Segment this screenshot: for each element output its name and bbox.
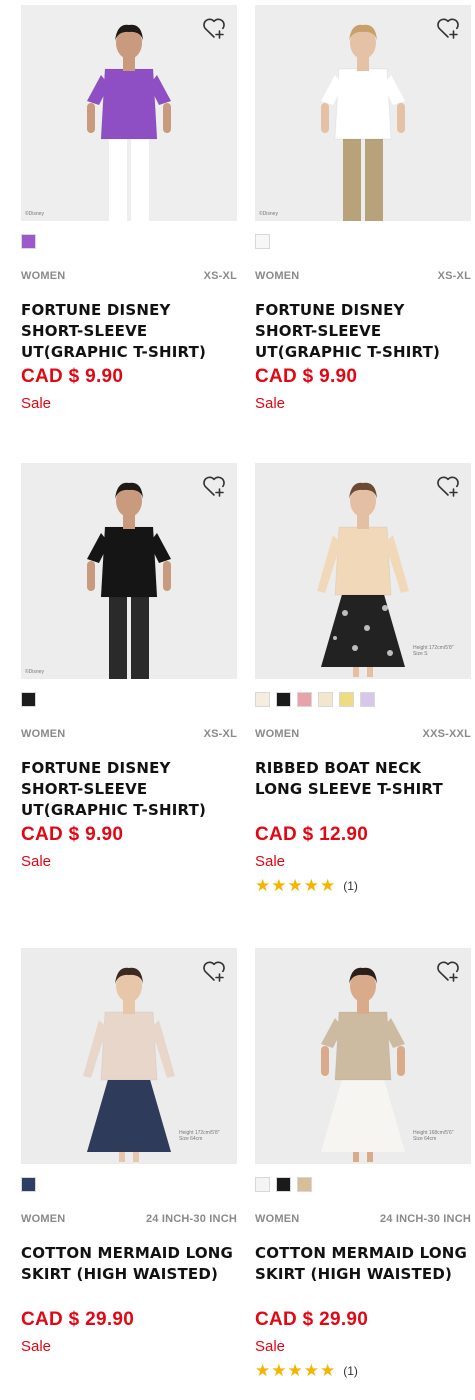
product-card[interactable]: Height 172cm/5'8" Size S WOMEN XXS-XXL R… <box>255 463 471 895</box>
photo-caption: ©Disney <box>25 669 44 675</box>
color-swatch[interactable] <box>297 692 312 707</box>
product-image[interactable]: Height 172cm/5'8" Size S <box>255 463 471 679</box>
sale-flag: Sale <box>255 1338 286 1355</box>
color-swatches <box>255 234 471 250</box>
size-range: 24 INCH-30 INCH <box>145 1213 237 1225</box>
product-image[interactable]: ©Disney <box>21 463 237 679</box>
product-meta: WOMEN XS-XL <box>21 269 237 283</box>
size-range: XS-XL <box>203 270 237 282</box>
color-swatch[interactable] <box>276 692 291 707</box>
photo-caption: Height 168cm/5'6" Size 64cm <box>413 1130 454 1142</box>
product-price: CAD $ 9.90 <box>255 366 358 387</box>
product-meta: WOMEN XS-XL <box>255 269 471 283</box>
product-image[interactable]: Height 168cm/5'6" Size 64cm <box>255 948 471 1164</box>
color-swatches <box>21 692 237 708</box>
photo-caption: Height 172cm/5'8" Size S <box>413 645 454 657</box>
product-name[interactable]: COTTON MERMAID LONG SKIRT (HIGH WAISTED) <box>255 1243 471 1307</box>
color-swatch[interactable] <box>255 692 270 707</box>
color-swatches <box>21 1177 237 1193</box>
product-name[interactable]: FORTUNE DISNEY SHORT-SLEEVE UT(GRAPHIC T… <box>255 300 471 364</box>
product-image[interactable]: ©Disney <box>21 5 237 221</box>
size-range: XS-XL <box>437 270 471 282</box>
product-name[interactable]: FORTUNE DISNEY SHORT-SLEEVE UT(GRAPHIC T… <box>21 758 237 822</box>
product-meta: WOMEN XS-XL <box>21 727 237 741</box>
product-rating[interactable]: ★★★★★ (1) <box>255 877 471 895</box>
color-swatch[interactable] <box>297 1177 312 1192</box>
photo-caption: Height 172cm/5'8" Size 64cm <box>179 1130 220 1142</box>
product-meta: WOMEN XXS-XXL <box>255 727 471 741</box>
heart-plus-icon[interactable] <box>435 15 461 41</box>
product-price: CAD $ 29.90 <box>21 1309 135 1330</box>
color-swatch[interactable] <box>255 1177 270 1192</box>
size-range: XXS-XXL <box>422 728 471 740</box>
color-swatch[interactable] <box>255 234 270 249</box>
photo-caption: ©Disney <box>25 211 44 217</box>
sale-flag: Sale <box>21 853 52 870</box>
photo-caption: ©Disney <box>259 211 278 217</box>
gender-label: WOMEN <box>255 270 300 282</box>
sale-flag: Sale <box>21 1338 52 1355</box>
color-swatch[interactable] <box>318 692 333 707</box>
color-swatch[interactable] <box>276 1177 291 1192</box>
color-swatches <box>255 692 471 708</box>
product-image[interactable]: ©Disney <box>255 5 471 221</box>
sale-flag: Sale <box>255 395 286 412</box>
gender-label: WOMEN <box>255 728 300 740</box>
product-card[interactable]: ©Disney WOMEN XS-XL FORTUNE DISNEY SHORT… <box>255 5 471 415</box>
star-rating-icon: ★★★★★ <box>255 876 337 895</box>
product-name[interactable]: RIBBED BOAT NECK LONG SLEEVE T-SHIRT <box>255 758 471 822</box>
heart-plus-icon[interactable] <box>435 473 461 499</box>
color-swatch[interactable] <box>339 692 354 707</box>
product-name[interactable]: FORTUNE DISNEY SHORT-SLEEVE UT(GRAPHIC T… <box>21 300 237 364</box>
gender-label: WOMEN <box>21 728 66 740</box>
color-swatch[interactable] <box>21 1177 36 1192</box>
product-card[interactable]: ©Disney WOMEN XS-XL FORTUNE DISNEY SHORT… <box>21 5 237 415</box>
product-price: CAD $ 9.90 <box>21 366 124 387</box>
color-swatch[interactable] <box>21 692 36 707</box>
product-price: CAD $ 9.90 <box>21 824 124 845</box>
sale-flag: Sale <box>255 853 286 870</box>
color-swatch[interactable] <box>21 234 36 249</box>
product-name[interactable]: COTTON MERMAID LONG SKIRT (HIGH WAISTED) <box>21 1243 237 1307</box>
star-rating-icon: ★★★★★ <box>255 1361 337 1380</box>
gender-label: WOMEN <box>21 1213 66 1225</box>
product-rating[interactable]: ★★★★★ (1) <box>255 1362 471 1380</box>
review-count: (1) <box>343 1364 358 1378</box>
review-count: (1) <box>343 879 358 893</box>
product-price: CAD $ 29.90 <box>255 1309 369 1330</box>
heart-plus-icon[interactable] <box>201 958 227 984</box>
heart-plus-icon[interactable] <box>435 958 461 984</box>
product-card[interactable]: Height 168cm/5'6" Size 64cm WOMEN 24 INC… <box>255 948 471 1380</box>
gender-label: WOMEN <box>255 1213 300 1225</box>
color-swatches <box>255 1177 471 1193</box>
size-range: XS-XL <box>203 728 237 740</box>
heart-plus-icon[interactable] <box>201 15 227 41</box>
product-grid: ©Disney WOMEN XS-XL FORTUNE DISNEY SHORT… <box>0 0 475 1400</box>
size-range: 24 INCH-30 INCH <box>379 1213 471 1225</box>
product-meta: WOMEN 24 INCH-30 INCH <box>255 1212 471 1226</box>
product-card[interactable]: ©Disney WOMEN XS-XL FORTUNE DISNEY SHORT… <box>21 463 237 873</box>
heart-plus-icon[interactable] <box>201 473 227 499</box>
product-meta: WOMEN 24 INCH-30 INCH <box>21 1212 237 1226</box>
color-swatch[interactable] <box>360 692 375 707</box>
color-swatches <box>21 234 237 250</box>
product-image[interactable]: Height 172cm/5'8" Size 64cm <box>21 948 237 1164</box>
product-price: CAD $ 12.90 <box>255 824 369 845</box>
product-card[interactable]: Height 172cm/5'8" Size 64cm WOMEN 24 INC… <box>21 948 237 1358</box>
gender-label: WOMEN <box>21 270 66 282</box>
sale-flag: Sale <box>21 395 52 412</box>
